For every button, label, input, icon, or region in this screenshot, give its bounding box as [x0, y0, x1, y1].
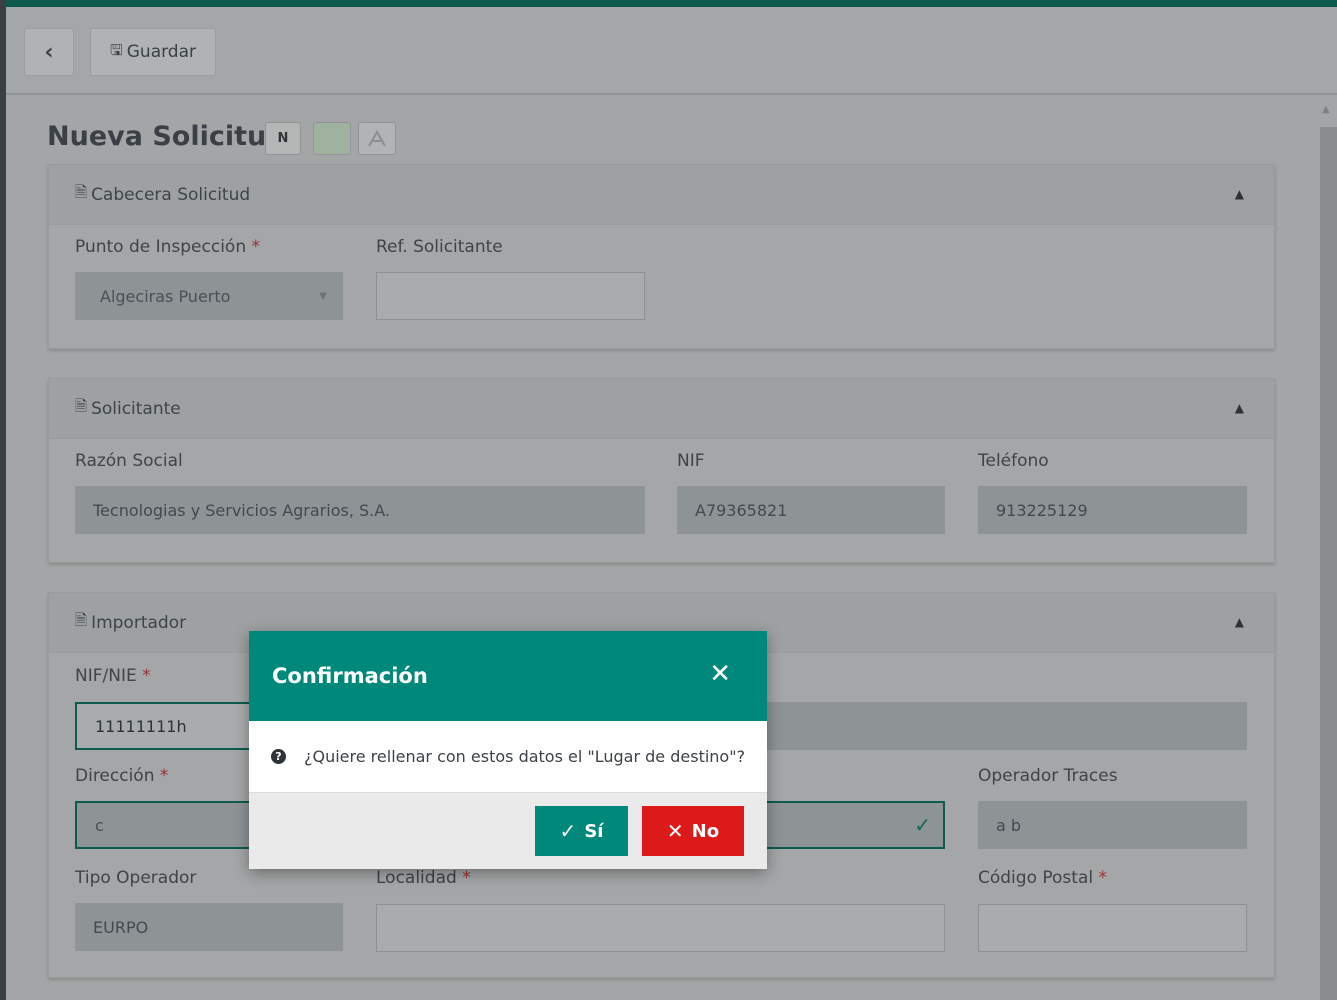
save-button[interactable]: 🖫 Guardar	[90, 28, 216, 76]
punto-inspeccion-value: Algeciras Puerto	[100, 286, 231, 306]
direccion-label: Dirección *	[75, 766, 169, 786]
telefono-field: 913225129	[978, 486, 1247, 534]
localidad-label: Localidad *	[376, 868, 471, 888]
panel-header-solicitante[interactable]: 🗎 Solicitante ▲	[49, 379, 1274, 439]
confirmation-dialog: Confirmación ✕ ? ¿Quiere rellenar con es…	[249, 631, 767, 869]
razon-social-label: Razón Social	[75, 451, 183, 471]
operador-traces-field: a b	[978, 801, 1247, 849]
back-button[interactable]: ‹	[24, 28, 74, 76]
page-title: Nueva Solicitud	[47, 121, 286, 152]
yes-button[interactable]: ✓ Sí	[535, 806, 628, 856]
status-badge-n: N	[265, 122, 301, 155]
dialog-message: ¿Quiere rellenar con estos datos el "Lug…	[304, 747, 746, 766]
dialog-footer: ✓ Sí ✕ No	[249, 793, 767, 869]
collapse-caret-icon[interactable]: ▲	[1235, 615, 1244, 629]
panel-title: Solicitante	[91, 398, 181, 419]
scroll-up-arrow-icon[interactable]: ▲	[1322, 104, 1330, 115]
valid-check-icon: ✓	[914, 813, 931, 837]
panel-title: Importador	[91, 612, 187, 633]
panel-header-cabecera[interactable]: 🗎 Cabecera Solicitud ▲	[49, 165, 1274, 225]
nif-field: A79365821	[677, 486, 945, 534]
check-icon: ✓	[559, 819, 577, 843]
document-icon: 🗎	[75, 611, 88, 629]
dialog-body: ? ¿Quiere rellenar con estos datos el "L…	[249, 721, 767, 793]
scrollbar-thumb[interactable]	[1320, 127, 1337, 1000]
codigo-postal-input[interactable]	[978, 904, 1247, 952]
dialog-header: Confirmación ✕	[249, 631, 767, 721]
no-button-label: No	[691, 820, 720, 842]
punto-inspeccion-label: Punto de Inspección *	[75, 237, 261, 257]
toolbar: ‹ 🖫 Guardar	[6, 7, 1337, 95]
razon-social-importador-field	[700, 702, 1247, 750]
panel-solicitante: 🗎 Solicitante ▲	[48, 378, 1275, 563]
no-button[interactable]: ✕ No	[642, 806, 744, 856]
save-button-label: Guardar	[126, 42, 197, 62]
nif-label: NIF	[677, 451, 705, 471]
left-edge-bar	[0, 0, 6, 1000]
codigo-postal-label: Código Postal *	[978, 868, 1107, 888]
question-icon: ?	[271, 749, 286, 764]
direccion-value: c	[95, 815, 104, 835]
operador-traces-label: Operador Traces	[978, 766, 1118, 786]
chevron-left-icon: ‹	[44, 39, 54, 65]
punto-inspeccion-select[interactable]: Algeciras Puerto ▼	[75, 272, 343, 320]
status-badge-empty	[313, 122, 351, 155]
dialog-title: Confirmación	[272, 664, 428, 688]
ref-solicitante-label: Ref. Solicitante	[376, 237, 503, 257]
localidad-input[interactable]	[376, 904, 945, 952]
close-icon: ✕	[666, 819, 684, 843]
document-icon: 🗎	[75, 183, 88, 201]
yes-button-label: Sí	[584, 820, 604, 842]
collapse-caret-icon[interactable]: ▲	[1235, 187, 1244, 201]
top-accent-bar	[0, 0, 1337, 7]
tipo-operador-label: Tipo Operador	[75, 868, 197, 888]
close-icon[interactable]: ✕	[709, 661, 731, 687]
ref-solicitante-input[interactable]	[376, 272, 645, 320]
dropdown-arrow-icon: ▼	[319, 290, 327, 302]
telefono-label: Teléfono	[978, 451, 1049, 471]
pdf-icon[interactable]	[358, 122, 396, 155]
tipo-operador-field: EURPO	[75, 903, 343, 951]
razon-social-field: Tecnologias y Servicios Agrarios, S.A.	[75, 486, 645, 534]
nif-nie-label: NIF/NIE *	[75, 666, 151, 686]
save-icon: 🖫	[109, 40, 123, 59]
document-icon: 🗎	[75, 397, 88, 415]
collapse-caret-icon[interactable]: ▲	[1235, 401, 1244, 415]
panel-title: Cabecera Solicitud	[91, 184, 251, 205]
